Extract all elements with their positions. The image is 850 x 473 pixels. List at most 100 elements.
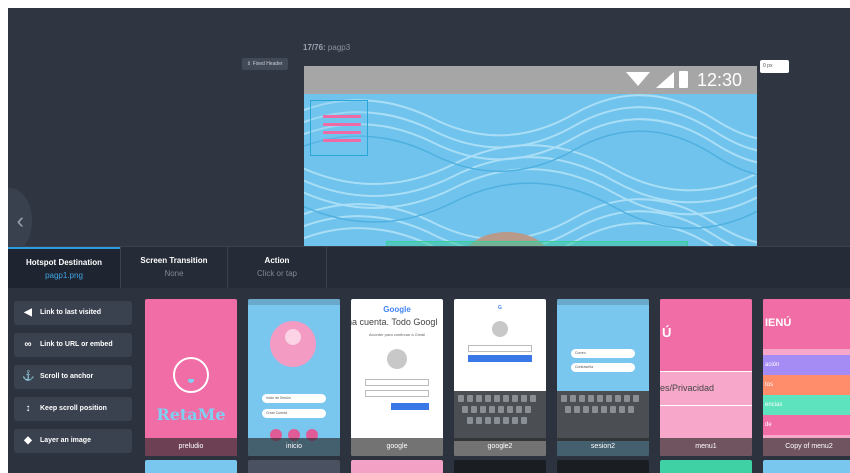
key bbox=[606, 395, 612, 402]
user-avatar-icon bbox=[492, 321, 508, 337]
key bbox=[467, 395, 473, 402]
key bbox=[507, 406, 513, 413]
fixed-header-button[interactable]: ⇕ Fixed Header bbox=[242, 58, 288, 70]
divider bbox=[660, 371, 752, 372]
key bbox=[579, 395, 585, 402]
key bbox=[628, 406, 634, 413]
phone-status-bar: 12:30 bbox=[304, 66, 757, 94]
menu-item: es/Privacidad bbox=[660, 383, 715, 393]
tab-action[interactable]: Action Click or tap bbox=[228, 247, 326, 289]
key bbox=[615, 395, 621, 402]
destination-panel: ◀ Link to last visited ∞ Link to URL or … bbox=[8, 288, 850, 473]
screen-label: preludio bbox=[145, 438, 237, 456]
key bbox=[521, 417, 527, 424]
screen-thumb-google[interactable]: Google na cuenta. Todo Googl Acceder par… bbox=[351, 299, 443, 456]
keyboard bbox=[454, 391, 546, 441]
google-logo: G bbox=[498, 305, 502, 311]
menu-hotspot[interactable] bbox=[310, 100, 368, 156]
screen-thumb-google2[interactable]: G google2 bbox=[454, 299, 546, 456]
signin-button bbox=[391, 403, 429, 410]
key bbox=[624, 395, 630, 402]
prototype-editor: 17/76: pagp3 ⇕ Fixed Header 0 px ‹ 12:30… bbox=[8, 8, 850, 473]
screen-thumb-peek[interactable] bbox=[248, 460, 340, 473]
tab-value: Click or tap bbox=[256, 269, 297, 278]
key bbox=[525, 406, 531, 413]
user-avatar-icon bbox=[270, 321, 316, 367]
divider bbox=[326, 247, 327, 289]
layer-image-button[interactable]: ◆ Layer an image bbox=[14, 429, 132, 453]
screen-thumb-peek[interactable] bbox=[145, 460, 237, 473]
screen-label: google2 bbox=[454, 438, 546, 456]
tab-title: Hotspot Destination bbox=[26, 258, 102, 267]
wifi-icon bbox=[626, 72, 650, 86]
key bbox=[583, 406, 589, 413]
screen-label: menu1 bbox=[660, 438, 752, 456]
email-field: Correo bbox=[571, 349, 635, 358]
battery-icon bbox=[679, 71, 688, 88]
key bbox=[458, 395, 464, 402]
scroll-to-anchor-button[interactable]: ⚓ Scroll to anchor bbox=[14, 365, 132, 389]
tab-title: Action bbox=[264, 256, 290, 265]
screen-thumb-peek[interactable] bbox=[454, 460, 546, 473]
hotspot-settings-tabs: Hotspot Destination pagp1.png Screen Tra… bbox=[8, 246, 850, 289]
selected-suggestion bbox=[468, 355, 532, 362]
login-field: Inicio de Sesión bbox=[262, 394, 326, 403]
screen-thumb-peek[interactable] bbox=[351, 460, 443, 473]
key bbox=[530, 395, 536, 402]
screen-thumb-copy-of-menu2[interactable]: IENÚ ación tos encias de Copy of menu2 bbox=[763, 299, 850, 456]
link-to-url-button[interactable]: ∞ Link to URL or embed bbox=[14, 333, 132, 357]
menu-item: ación bbox=[763, 355, 850, 375]
key bbox=[489, 406, 495, 413]
link-icon: ∞ bbox=[24, 339, 32, 350]
link-to-last-visited-button[interactable]: ◀ Link to last visited bbox=[14, 301, 132, 325]
key bbox=[601, 406, 607, 413]
screen-thumb-sesion2[interactable]: Correo Contraseña sesion2 bbox=[557, 299, 649, 456]
google-subtitle: Acceder para continuar a Gmail bbox=[368, 332, 426, 337]
menu-icon-line bbox=[323, 131, 361, 134]
wave-pattern-background bbox=[304, 94, 757, 246]
phone-screen-preview[interactable]: 12:30 bbox=[304, 66, 757, 246]
chevron-left-icon: ‹ bbox=[16, 208, 24, 233]
key bbox=[619, 406, 625, 413]
screen-thumb-peek[interactable] bbox=[660, 460, 752, 473]
screen-label: google bbox=[351, 438, 443, 456]
fixed-header-px-input[interactable]: 0 px bbox=[760, 60, 789, 73]
screen-thumb-preludio[interactable]: RetaMe preludio bbox=[145, 299, 237, 456]
screen-thumb-menu1[interactable]: Ú es/Privacidad menu1 bbox=[660, 299, 752, 456]
screen-label: sesion2 bbox=[557, 438, 649, 456]
action-label: Keep scroll position bbox=[40, 405, 107, 412]
tab-title: Screen Transition bbox=[140, 256, 208, 265]
key bbox=[471, 406, 477, 413]
password-field bbox=[365, 390, 429, 397]
key bbox=[588, 395, 594, 402]
previous-screen-button[interactable]: ‹ bbox=[8, 188, 32, 246]
logo-text: RetaMe bbox=[156, 405, 226, 424]
tab-value: None bbox=[164, 269, 184, 278]
action-label: Layer an image bbox=[40, 437, 91, 444]
screen-counter-name: pagp3 bbox=[327, 43, 351, 52]
keep-scroll-position-button[interactable]: ↕ Keep scroll position bbox=[14, 397, 132, 421]
menu-header bbox=[660, 299, 752, 371]
menu-heading: IENÚ bbox=[765, 317, 792, 329]
screen-thumb-peek[interactable] bbox=[557, 460, 649, 473]
key bbox=[633, 395, 639, 402]
tab-hotspot-destination[interactable]: Hotspot Destination pagp1.png bbox=[8, 247, 120, 289]
google-title: na cuenta. Todo Googl bbox=[351, 317, 438, 327]
screen-thumb-peek[interactable] bbox=[763, 460, 850, 473]
tab-screen-transition[interactable]: Screen Transition None bbox=[121, 247, 227, 289]
menu-item: de bbox=[763, 415, 850, 435]
key bbox=[498, 406, 504, 413]
menu-item: encias bbox=[763, 395, 850, 415]
action-label: Link to last visited bbox=[40, 309, 102, 316]
menu-icon-line bbox=[323, 139, 361, 142]
key bbox=[592, 406, 598, 413]
screen-thumb-inicio[interactable]: Inicio de Sesión Crear Cuenta inicio bbox=[248, 299, 340, 456]
thumb-status-bar bbox=[557, 299, 649, 305]
screen-counter: 17/76: pagp3 bbox=[303, 43, 350, 52]
screen-label: Copy of menu2 bbox=[763, 438, 850, 456]
menu-icon-line bbox=[323, 115, 361, 118]
email-field bbox=[365, 379, 429, 386]
key bbox=[467, 417, 473, 424]
divider bbox=[660, 405, 752, 406]
action-label: Link to URL or embed bbox=[40, 341, 113, 348]
